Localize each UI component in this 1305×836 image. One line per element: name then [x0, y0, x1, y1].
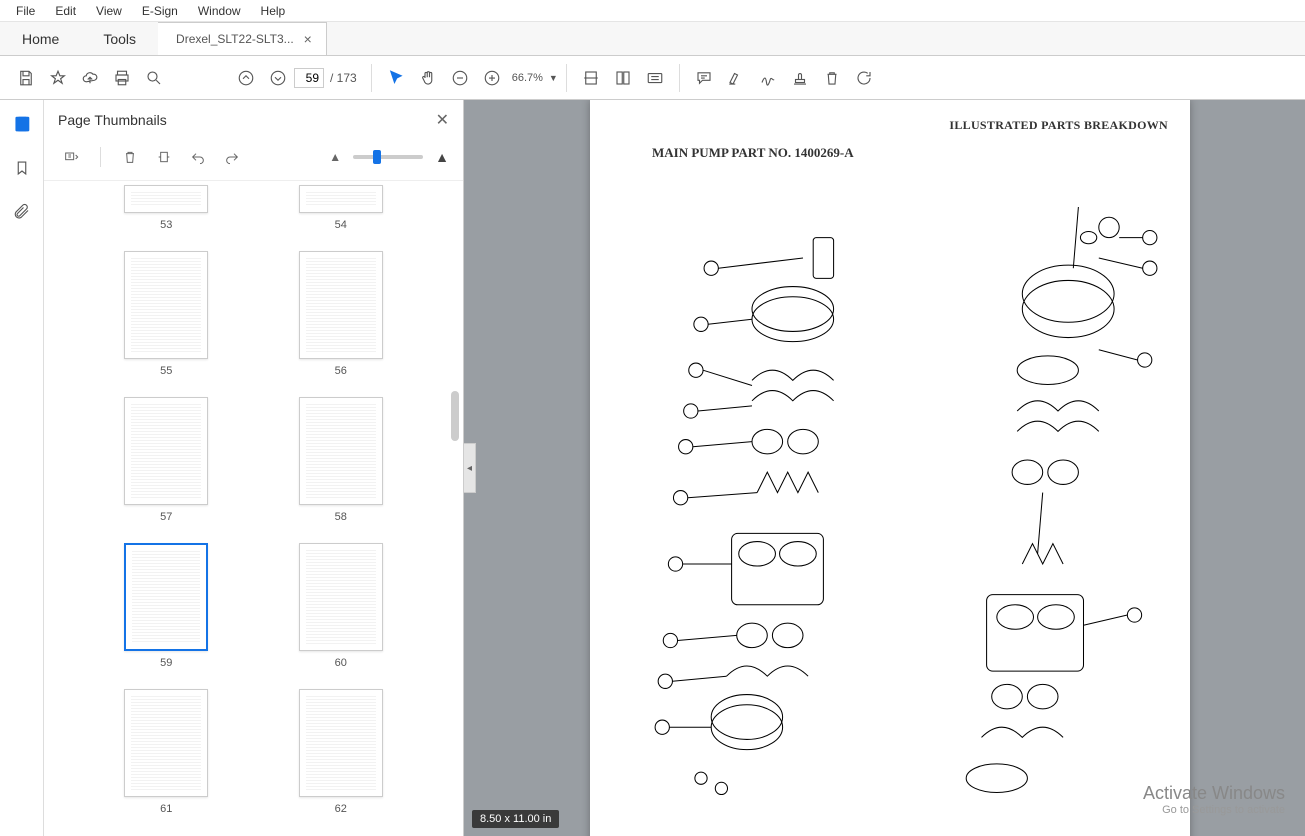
- page-down-icon[interactable]: [262, 62, 294, 94]
- save-icon[interactable]: [10, 62, 42, 94]
- thumbnail-page-62[interactable]: 62: [259, 689, 424, 815]
- thumbnail-page-57[interactable]: 57: [84, 397, 249, 523]
- thumbnail-size-slider[interactable]: [353, 155, 423, 159]
- thumbnail-label: 61: [160, 803, 172, 815]
- zoom-in-icon[interactable]: [476, 62, 508, 94]
- thumbnail-page-60[interactable]: 60: [259, 543, 424, 669]
- attachments-rail-button[interactable]: [8, 198, 36, 226]
- fit-width-icon[interactable]: [575, 62, 607, 94]
- delete-icon[interactable]: [816, 62, 848, 94]
- tab-tools[interactable]: Tools: [81, 22, 158, 55]
- redo-thumb-icon[interactable]: [219, 144, 245, 170]
- page-content: ILLUSTRATED PARTS BREAKDOWN MAIN PUMP PA…: [590, 100, 1190, 836]
- page-header-left: MAIN PUMP PART NO. 1400269-A: [652, 145, 1168, 161]
- hand-tool-icon[interactable]: [412, 62, 444, 94]
- thumbnail-page-55[interactable]: 55: [84, 251, 249, 377]
- navigation-rail: [0, 100, 44, 836]
- thumbnail-label: 53: [160, 219, 172, 231]
- thumbnail-page-54[interactable]: 54: [259, 185, 424, 231]
- thumbnail-page-61[interactable]: 61: [84, 689, 249, 815]
- thumbnail-label: 58: [335, 511, 347, 523]
- windows-activation-watermark: Activate Windows Go to Settings to activ…: [1143, 783, 1285, 816]
- zoom-out-icon[interactable]: [444, 62, 476, 94]
- bookmarks-rail-button[interactable]: [8, 154, 36, 182]
- rotate-icon[interactable]: [848, 62, 880, 94]
- read-mode-icon[interactable]: [639, 62, 671, 94]
- thumbnail-page-53[interactable]: 53: [84, 185, 249, 231]
- undo-thumb-icon[interactable]: [185, 144, 211, 170]
- thumbnail-label: 56: [335, 365, 347, 377]
- highlight-icon[interactable]: [720, 62, 752, 94]
- page-dimensions-badge: 8.50 x 11.00 in: [472, 810, 559, 828]
- selection-tool-icon[interactable]: [380, 62, 412, 94]
- page-thumbnails-panel: Page Thumbnails ✕ ▲ ▲ 53 54 55 56 57 58 59 60 61…: [44, 100, 464, 836]
- main-toolbar: / 173 66.7% ▼: [0, 56, 1305, 100]
- options-icon[interactable]: [58, 144, 84, 170]
- document-view[interactable]: ◂ ILLUSTRATED PARTS BREAKDOWN MAIN PUMP …: [464, 100, 1305, 836]
- thumbnail-page-59[interactable]: 59: [84, 543, 249, 669]
- rotate-page-icon[interactable]: [151, 144, 177, 170]
- cloud-icon[interactable]: [74, 62, 106, 94]
- thumbnail-page-58[interactable]: 58: [259, 397, 424, 523]
- total-pages-label: / 173: [330, 71, 357, 85]
- thumbnail-label: 57: [160, 511, 172, 523]
- close-panel-icon[interactable]: ✕: [436, 110, 449, 130]
- menu-file[interactable]: File: [6, 2, 45, 20]
- thumbnail-label: 54: [335, 219, 347, 231]
- tab-document[interactable]: Drexel_SLT22-SLT3... ×: [158, 22, 327, 55]
- menu-window[interactable]: Window: [188, 2, 251, 20]
- print-icon[interactable]: [106, 62, 138, 94]
- exploded-view-diagram: [650, 200, 1160, 826]
- scrollbar-thumb[interactable]: [451, 391, 459, 441]
- zoom-value: 66.7%: [512, 72, 543, 84]
- menu-help[interactable]: Help: [251, 2, 296, 20]
- star-icon[interactable]: [42, 62, 74, 94]
- zoom-small-icon: ▲: [329, 150, 341, 164]
- thumbnail-label: 55: [160, 365, 172, 377]
- sign-icon[interactable]: [752, 62, 784, 94]
- tab-bar: Home Tools Drexel_SLT22-SLT3... × ?: [0, 22, 1305, 56]
- thumbnail-label: 59: [160, 657, 172, 669]
- delete-page-icon[interactable]: [117, 144, 143, 170]
- zoom-dropdown-icon[interactable]: ▼: [549, 73, 558, 83]
- thumbnail-page-56[interactable]: 56: [259, 251, 424, 377]
- search-icon[interactable]: [138, 62, 170, 94]
- close-tab-icon[interactable]: ×: [304, 31, 312, 47]
- menubar: File Edit View E-Sign Window Help: [0, 0, 1305, 22]
- workspace: Page Thumbnails ✕ ▲ ▲ 53 54 55 56 57 58 59 60 61…: [0, 100, 1305, 836]
- comment-icon[interactable]: [688, 62, 720, 94]
- thumbnail-label: 60: [335, 657, 347, 669]
- stamp-icon[interactable]: [784, 62, 816, 94]
- fit-page-icon[interactable]: [607, 62, 639, 94]
- thumbnail-label: 62: [335, 803, 347, 815]
- thumbnails-title: Page Thumbnails: [58, 112, 167, 128]
- menu-esign[interactable]: E-Sign: [132, 2, 188, 20]
- page-up-icon[interactable]: [230, 62, 262, 94]
- document-tab-title: Drexel_SLT22-SLT3...: [176, 32, 294, 46]
- page-header-right: ILLUSTRATED PARTS BREAKDOWN: [612, 118, 1168, 133]
- zoom-large-icon: ▲: [435, 149, 449, 165]
- tab-home[interactable]: Home: [0, 22, 81, 55]
- thumbnails-rail-button[interactable]: [8, 110, 36, 138]
- menu-view[interactable]: View: [86, 2, 132, 20]
- thumbnails-scroll-area[interactable]: 53 54 55 56 57 58 59 60 61 62: [44, 181, 463, 836]
- menu-edit[interactable]: Edit: [45, 2, 86, 20]
- collapse-panel-handle[interactable]: ◂: [464, 443, 476, 493]
- current-page-input[interactable]: [294, 68, 324, 88]
